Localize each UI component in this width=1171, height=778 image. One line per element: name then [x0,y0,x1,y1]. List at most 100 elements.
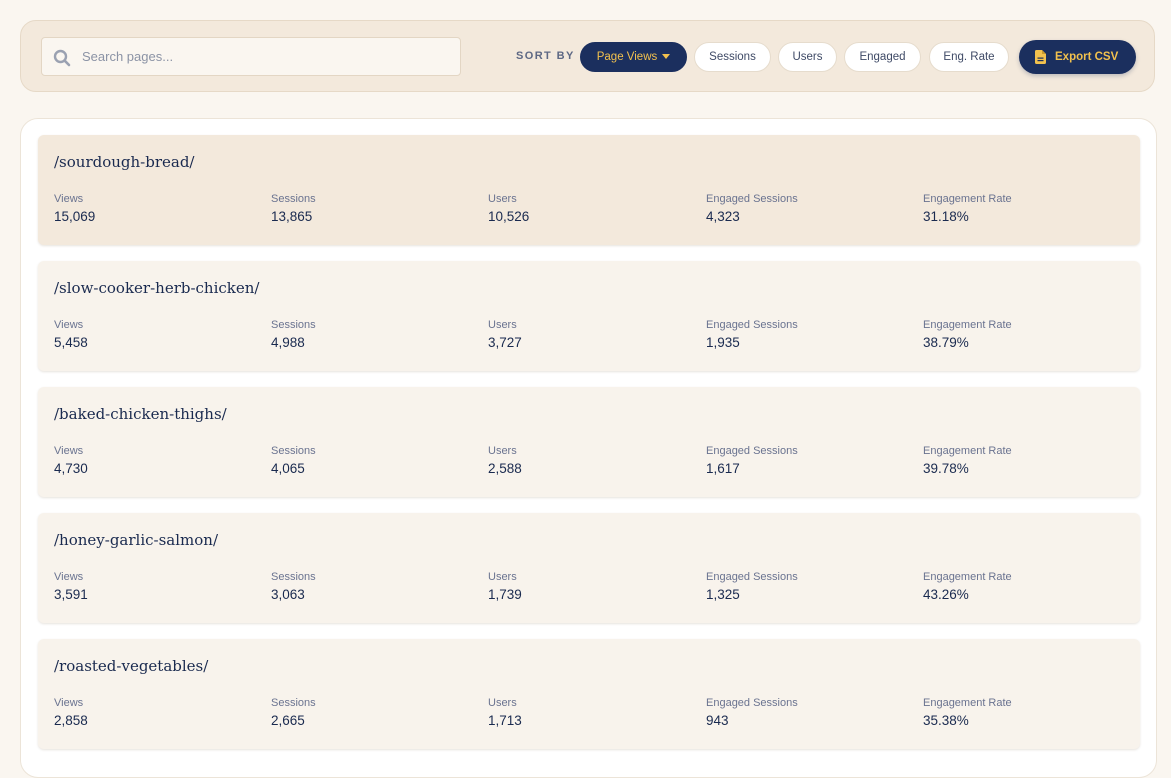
page-row[interactable]: /sourdough-bread/ Views 15,069 Sessions 13… [38,135,1140,245]
page-row[interactable]: /slow-cooker-herb-chicken/ Views 5,458 Se… [38,261,1140,371]
metric-label: Views [54,445,84,457]
metric-engagement-rate: Engagement Rate 31.18% [923,193,1012,224]
sort-eng-rate-label: Eng. Rate [943,51,995,63]
page-row[interactable]: /roasted-vegetables/ Views 2,858 Sessions… [38,639,1140,749]
metric-value: 5,458 [54,335,88,350]
page-path: /baked-chicken-thighs/ [54,405,227,423]
sort-engaged-button[interactable]: Engaged [844,42,921,72]
metric-label: Engagement Rate [923,193,1012,205]
page-row[interactable]: /honey-garlic-salmon/ Views 3,591 Session… [38,513,1140,623]
page-path: /roasted-vegetables/ [54,657,209,675]
sort-page-views-button[interactable]: Page Views [580,42,687,72]
metric-label: Users [488,571,517,583]
sort-users-label: Users [792,51,823,63]
metric-value: 4,988 [271,335,305,350]
metric-engaged-sessions: Engaged Sessions 1,935 [706,319,798,350]
caret-down-icon [662,54,671,59]
sort-sessions-button[interactable]: Sessions [694,42,771,72]
metric-engagement-rate: Engagement Rate 38.79% [923,319,1012,350]
metric-value: 3,591 [54,587,88,602]
metric-label: Users [488,193,517,205]
metric-value: 2,588 [488,461,522,476]
metric-engagement-rate: Engagement Rate 39.78% [923,445,1012,476]
metric-engaged-sessions: Engaged Sessions 943 [706,697,798,728]
metric-users: Users 1,713 [488,697,522,728]
metric-value: 10,526 [488,209,530,224]
sort-page-views-label: Page Views [596,51,658,63]
page-path: /slow-cooker-herb-chicken/ [54,279,260,297]
metric-users: Users 10,526 [488,193,529,224]
page-row[interactable]: /baked-chicken-thighs/ Views 4,730 Sessio… [38,387,1140,497]
metric-label: Views [54,571,84,583]
metric-engagement-rate: Engagement Rate 35.38% [923,697,1012,728]
metric-label: Engaged Sessions [706,697,798,709]
metric-label: Sessions [271,319,316,331]
sort-eng-rate-button[interactable]: Eng. Rate [929,42,1009,72]
sort-users-button[interactable]: Users [778,42,837,72]
metric-value: 1,617 [706,461,740,476]
metric-label: Engagement Rate [923,319,1012,331]
metric-label: Sessions [271,697,316,709]
metric-value: 4,065 [271,461,305,476]
metric-value: 39.78% [923,461,969,476]
page-path: /sourdough-bread/ [54,153,195,171]
metric-value: 4,730 [54,461,88,476]
sort-sessions-label: Sessions [709,51,756,63]
metric-views: Views 15,069 [54,193,95,224]
file-csv-icon [1035,50,1046,64]
metric-sessions: Sessions 3,063 [271,571,316,602]
export-csv-button[interactable]: Export CSV [1019,40,1136,74]
metric-users: Users 2,588 [488,445,522,476]
metric-views: Views 4,730 [54,445,88,476]
metric-value: 3,727 [488,335,522,350]
metric-label: Users [488,319,517,331]
metric-users: Users 1,739 [488,571,522,602]
metric-label: Engagement Rate [923,697,1012,709]
metric-engaged-sessions: Engaged Sessions 1,325 [706,571,798,602]
search-icon [53,49,71,67]
metric-value: 43.26% [923,587,969,602]
metric-value: 1,325 [706,587,740,602]
metric-value: 35.38% [923,713,969,728]
search-box[interactable] [41,37,461,76]
page-path: /honey-garlic-salmon/ [54,531,219,549]
search-input[interactable] [82,38,452,75]
metric-sessions: Sessions 4,065 [271,445,316,476]
pages-panel: /sourdough-bread/ Views 15,069 Sessions 13… [20,118,1157,778]
metric-sessions: Sessions 2,665 [271,697,316,728]
metric-value: 13,865 [271,209,313,224]
metric-views: Views 3,591 [54,571,88,602]
metric-value: 2,665 [271,713,305,728]
metric-label: Sessions [271,445,316,457]
metric-value: 31.18% [923,209,969,224]
metric-label: Engaged Sessions [706,319,798,331]
sort-by-label: SORT BY [516,50,575,62]
metric-value: 943 [706,713,729,728]
sort-engaged-label: Engaged [859,51,906,63]
metric-label: Engaged Sessions [706,445,798,457]
metric-value: 4,323 [706,209,740,224]
metric-value: 38.79% [923,335,969,350]
metric-label: Engagement Rate [923,445,1012,457]
metric-label: Users [488,697,517,709]
metric-label: Users [488,445,517,457]
metric-sessions: Sessions 13,865 [271,193,316,224]
metric-label: Engaged Sessions [706,571,798,583]
metric-value: 1,713 [488,713,522,728]
metric-views: Views 2,858 [54,697,88,728]
metric-label: Sessions [271,193,316,205]
metric-label: Sessions [271,571,316,583]
metric-label: Views [54,319,84,331]
metric-value: 3,063 [271,587,305,602]
metric-engagement-rate: Engagement Rate 43.26% [923,571,1012,602]
metric-label: Views [54,193,84,205]
metric-value: 1,935 [706,335,740,350]
metric-value: 15,069 [54,209,96,224]
metric-engaged-sessions: Engaged Sessions 4,323 [706,193,798,224]
metric-label: Engagement Rate [923,571,1012,583]
metric-value: 1,739 [488,587,522,602]
metric-sessions: Sessions 4,988 [271,319,316,350]
metric-value: 2,858 [54,713,88,728]
export-csv-label: Export CSV [1055,51,1119,63]
metric-label: Views [54,697,84,709]
